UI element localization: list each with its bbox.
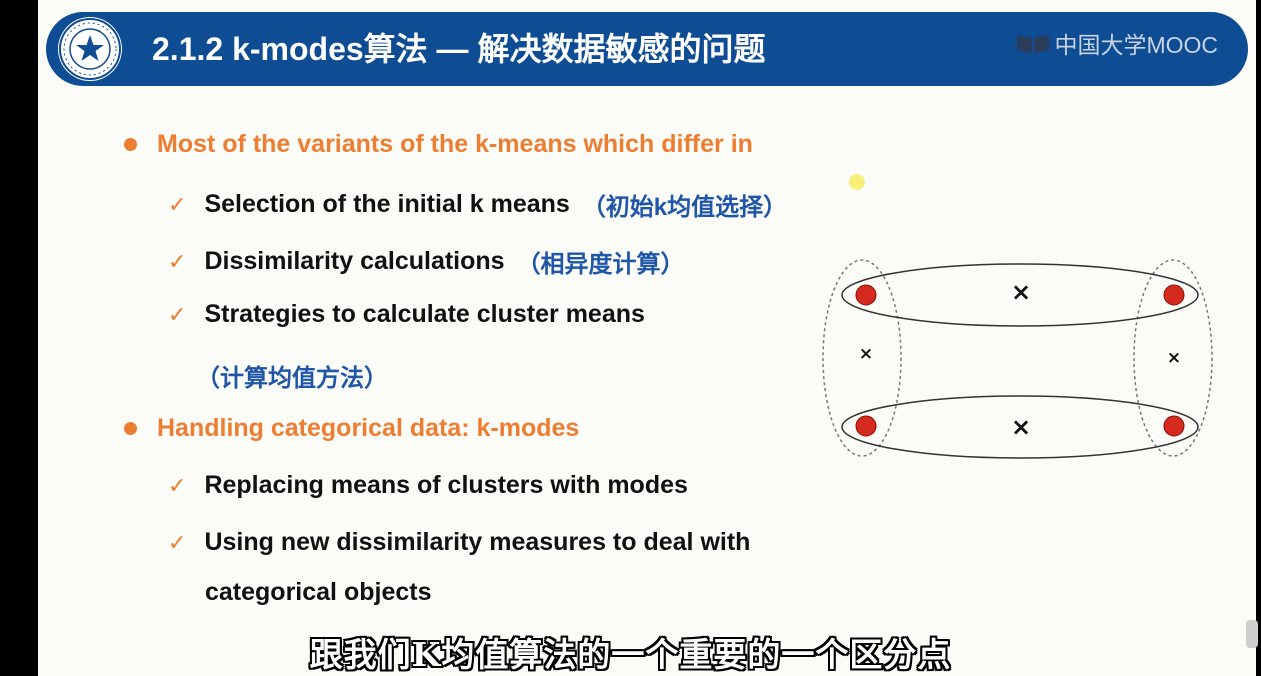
data-point — [855, 415, 877, 437]
bullet-text: Handling categorical data: k-modes — [157, 414, 580, 442]
subitem-note: （初始k均值选择） — [581, 194, 788, 221]
data-point — [855, 284, 877, 306]
subitem-note: （计算均值方法） — [196, 365, 388, 392]
subitem-modes: ✓ Replacing means of clusters with modes — [168, 471, 688, 500]
cross-centroid-icon: × — [1011, 413, 1031, 441]
bullet-dot-icon — [124, 138, 137, 151]
scroll-handle[interactable] — [1246, 620, 1258, 648]
cross-centroid-icon: × — [1167, 348, 1181, 368]
laser-pointer-dot — [849, 174, 865, 190]
bullet-dot-icon — [124, 422, 137, 435]
subitem-new-measures-continuation: categorical objects — [205, 578, 431, 607]
checkmark-icon: ✓ — [168, 301, 187, 327]
cluster-diagram: × × × × — [822, 259, 1213, 459]
title-bar: 2.1.2 k-modes算法 — 解决数据敏感的问题 中国大学MOOC — [46, 12, 1248, 86]
bullet-variants: Most of the variants of the k-means whic… — [124, 130, 753, 159]
bullet-text: Most of the variants of the k-means whic… — [157, 130, 753, 158]
mooc-brand: 中国大学MOOC — [1016, 26, 1218, 60]
subitem-note: （相异度计算） — [516, 251, 685, 278]
subitem-text: Replacing means of clusters with modes — [204, 471, 688, 499]
checkmark-icon: ✓ — [168, 248, 187, 274]
subitem-strategies-note-row: （计算均值方法） — [196, 358, 388, 393]
subitem-text: Strategies to calculate cluster means — [204, 300, 645, 328]
subitem-new-measures: ✓ Using new dissimilarity measures to de… — [168, 528, 750, 557]
cross-centroid-icon: × — [859, 344, 873, 364]
subitem-text: Selection of the initial k means — [204, 190, 570, 218]
bullet-kmodes: Handling categorical data: k-modes — [124, 414, 579, 443]
data-point — [1163, 415, 1185, 437]
subitem-text: categorical objects — [205, 578, 432, 606]
data-point — [1163, 284, 1185, 306]
subitem-text: Using new dissimilarity measures to deal… — [204, 528, 751, 556]
mooc-label: 中国大学MOOC — [1054, 32, 1218, 58]
university-seal-icon — [58, 17, 122, 81]
checkmark-icon: ✓ — [168, 529, 187, 555]
subitem-dissimilarity: ✓ Dissimilarity calculations （相异度计算） — [168, 244, 685, 279]
subitem-text: Dissimilarity calculations — [204, 247, 505, 275]
video-subtitle: 跟我们K均值算法的一个重要的一个区分点 — [309, 635, 952, 674]
slide-title: 2.1.2 k-modes算法 — 解决数据敏感的问题 — [152, 31, 766, 67]
checkmark-icon: ✓ — [168, 191, 187, 217]
subitem-strategies: ✓ Strategies to calculate cluster means — [168, 300, 645, 329]
checkmark-icon: ✓ — [168, 472, 187, 498]
slide: 2.1.2 k-modes算法 — 解决数据敏感的问题 中国大学MOOC Mos… — [38, 0, 1256, 676]
cross-centroid-icon: × — [1011, 278, 1031, 306]
subitem-initial-means: ✓ Selection of the initial k means （初始k均… — [168, 187, 787, 222]
book-icon — [1017, 35, 1050, 53]
